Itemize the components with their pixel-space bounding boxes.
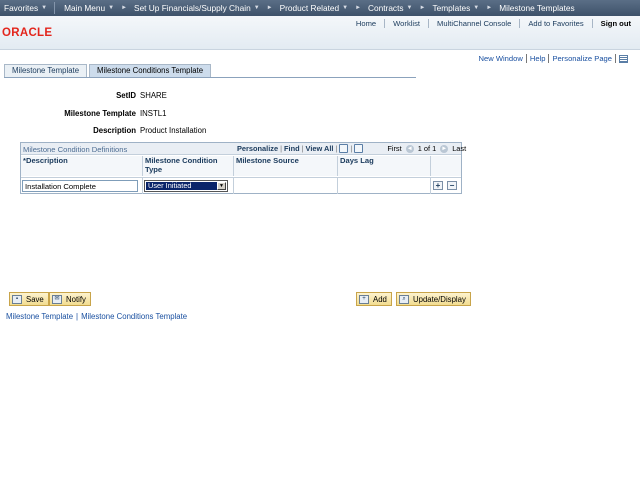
update-display-button[interactable]: ⌕ Update/Display xyxy=(396,292,471,306)
milestone-condition-grid: Milestone Condition Definitions Personal… xyxy=(20,142,466,194)
chevron-down-icon: ▼ xyxy=(108,5,115,11)
view-all-link[interactable]: View All xyxy=(304,144,336,153)
find-link[interactable]: Find xyxy=(282,144,302,153)
breadcrumb-label: Contracts xyxy=(368,3,404,13)
main-menu[interactable]: Main Menu ▼ xyxy=(60,3,118,13)
condition-type-select[interactable]: User Initiated ▼ xyxy=(144,180,228,192)
breadcrumb-milestone-templates[interactable]: Milestone Templates xyxy=(495,3,578,13)
col-description[interactable]: *Description xyxy=(21,156,143,176)
condition-type-selected: User Initiated xyxy=(145,181,218,191)
chevron-down-icon: ▼ xyxy=(41,5,48,11)
description-label: Description xyxy=(93,126,136,135)
notify-button[interactable]: ✉ Notify xyxy=(49,292,91,306)
nav-divider: | xyxy=(350,144,353,153)
notify-label: Notify xyxy=(66,294,86,304)
add-button[interactable]: + Add xyxy=(356,292,392,306)
worklist-link[interactable]: Worklist xyxy=(385,18,430,28)
milestone-template-value: INSTL1 xyxy=(140,109,167,118)
notify-icon: ✉ xyxy=(52,294,62,304)
col-condition-type[interactable]: Milestone Condition Type xyxy=(143,156,234,176)
download-icon[interactable] xyxy=(354,144,364,153)
breadcrumb-arrow-icon: ► xyxy=(419,5,426,11)
chevron-down-icon[interactable]: ▼ xyxy=(217,182,226,190)
col-milestone-source[interactable]: Milestone Source xyxy=(234,156,338,176)
breadcrumb-label: Milestone Templates xyxy=(499,3,575,13)
bottom-link-milestone-template[interactable]: Milestone Template xyxy=(6,312,76,321)
breadcrumb-arrow-icon: ► xyxy=(355,5,362,11)
tab-milestone-conditions-template[interactable]: Milestone Conditions Template xyxy=(89,64,212,77)
save-label: Save xyxy=(26,294,44,304)
add-label: Add xyxy=(373,294,387,304)
col-days-lag[interactable]: Days Lag xyxy=(338,156,431,176)
breadcrumb-label: Product Related xyxy=(279,3,340,13)
zoom-icon[interactable] xyxy=(339,144,349,153)
breadcrumb-setup-financials[interactable]: Set Up Financials/Supply Chain ▼ xyxy=(130,3,264,13)
grid-icon[interactable] xyxy=(619,54,628,63)
description-input[interactable]: Installation Complete xyxy=(22,180,138,192)
personalize-page-link[interactable]: Personalize Page xyxy=(549,54,616,63)
breadcrumb-templates[interactable]: Templates ▼ xyxy=(428,3,483,13)
grid-navigation: Personalize | Find | View All | | First … xyxy=(235,144,468,153)
chevron-down-icon: ▼ xyxy=(406,5,413,11)
sign-out-link[interactable]: Sign out xyxy=(593,19,640,28)
header-links: Home Worklist MultiChannel Console Add t… xyxy=(348,17,640,29)
home-link[interactable]: Home xyxy=(348,18,386,28)
setid-value: SHARE xyxy=(140,91,167,100)
magnifier-icon: ⌕ xyxy=(399,294,409,304)
oracle-logo: ORACLE xyxy=(2,27,53,39)
bottom-page-links: Milestone Template | Milestone Condition… xyxy=(6,312,190,321)
breadcrumb-label: Set Up Financials/Supply Chain xyxy=(134,3,251,13)
main-menu-label: Main Menu xyxy=(64,3,106,13)
breadcrumb-arrow-icon: ► xyxy=(486,5,493,11)
next-arrow-icon[interactable]: ► xyxy=(440,144,449,153)
tab-milestone-template[interactable]: Milestone Template xyxy=(4,64,88,77)
add-icon: + xyxy=(359,294,369,304)
top-menu-bar: Favorites ▼ Main Menu ▼ ► Set Up Financial… xyxy=(0,0,640,16)
add-to-favorites-link[interactable]: Add to Favorites xyxy=(520,18,593,28)
table-row-days-lag-cell xyxy=(338,177,431,194)
multichannel-console-link[interactable]: MultiChannel Console xyxy=(429,18,521,28)
add-row-icon[interactable]: + xyxy=(433,181,443,190)
header-band: ORACLE Home Worklist MultiChannel Consol… xyxy=(0,16,640,50)
grid-header: Milestone Condition Definitions Personal… xyxy=(21,143,466,155)
description-value: Product Installation xyxy=(140,126,207,135)
table-row-description-cell: Installation Complete xyxy=(21,177,143,194)
breadcrumb-arrow-icon: ► xyxy=(121,5,128,11)
new-window-link[interactable]: New Window xyxy=(476,54,527,63)
delete-row-icon[interactable]: − xyxy=(447,181,457,190)
first-link[interactable]: First xyxy=(385,144,403,153)
row-range: 1 of 1 xyxy=(417,144,437,153)
previous-arrow-icon[interactable]: ◄ xyxy=(405,144,414,153)
setid-label: SetID xyxy=(116,91,136,100)
page-tabs: Milestone Template Milestone Conditions … xyxy=(4,64,213,77)
chevron-down-icon: ▼ xyxy=(473,5,480,11)
chevron-down-icon: ▼ xyxy=(342,5,349,11)
bottom-link-milestone-conditions-template[interactable]: Milestone Conditions Template xyxy=(81,312,190,321)
favorites-menu[interactable]: Favorites ▼ xyxy=(0,3,51,13)
personalize-link[interactable]: Personalize xyxy=(235,144,280,153)
menu-divider xyxy=(54,2,56,14)
breadcrumb-arrow-icon: ► xyxy=(266,5,273,11)
breadcrumb-label: Templates xyxy=(432,3,471,13)
page-links: New Window Help Personalize Page xyxy=(476,54,628,63)
table-row-source-cell xyxy=(234,177,338,194)
help-link[interactable]: Help xyxy=(527,54,550,63)
milestone-template-label: Milestone Template xyxy=(64,109,136,118)
chevron-down-icon: ▼ xyxy=(253,5,260,11)
favorites-label: Favorites xyxy=(4,3,39,13)
save-icon: ▪ xyxy=(12,294,22,304)
nav-divider: | xyxy=(335,144,338,153)
table-row-actions-cell: + − xyxy=(431,177,461,194)
breadcrumb-product-related[interactable]: Product Related ▼ xyxy=(276,3,352,13)
last-link[interactable]: Last xyxy=(450,144,468,153)
grid-title: Milestone Condition Definitions xyxy=(23,145,128,154)
save-button[interactable]: ▪ Save xyxy=(9,292,49,306)
breadcrumb-contracts[interactable]: Contracts ▼ xyxy=(364,3,416,13)
table-row-condition-type-cell: User Initiated ▼ xyxy=(143,177,234,194)
col-actions xyxy=(431,156,461,176)
tab-underline xyxy=(4,77,416,78)
update-display-label: Update/Display xyxy=(413,294,466,304)
